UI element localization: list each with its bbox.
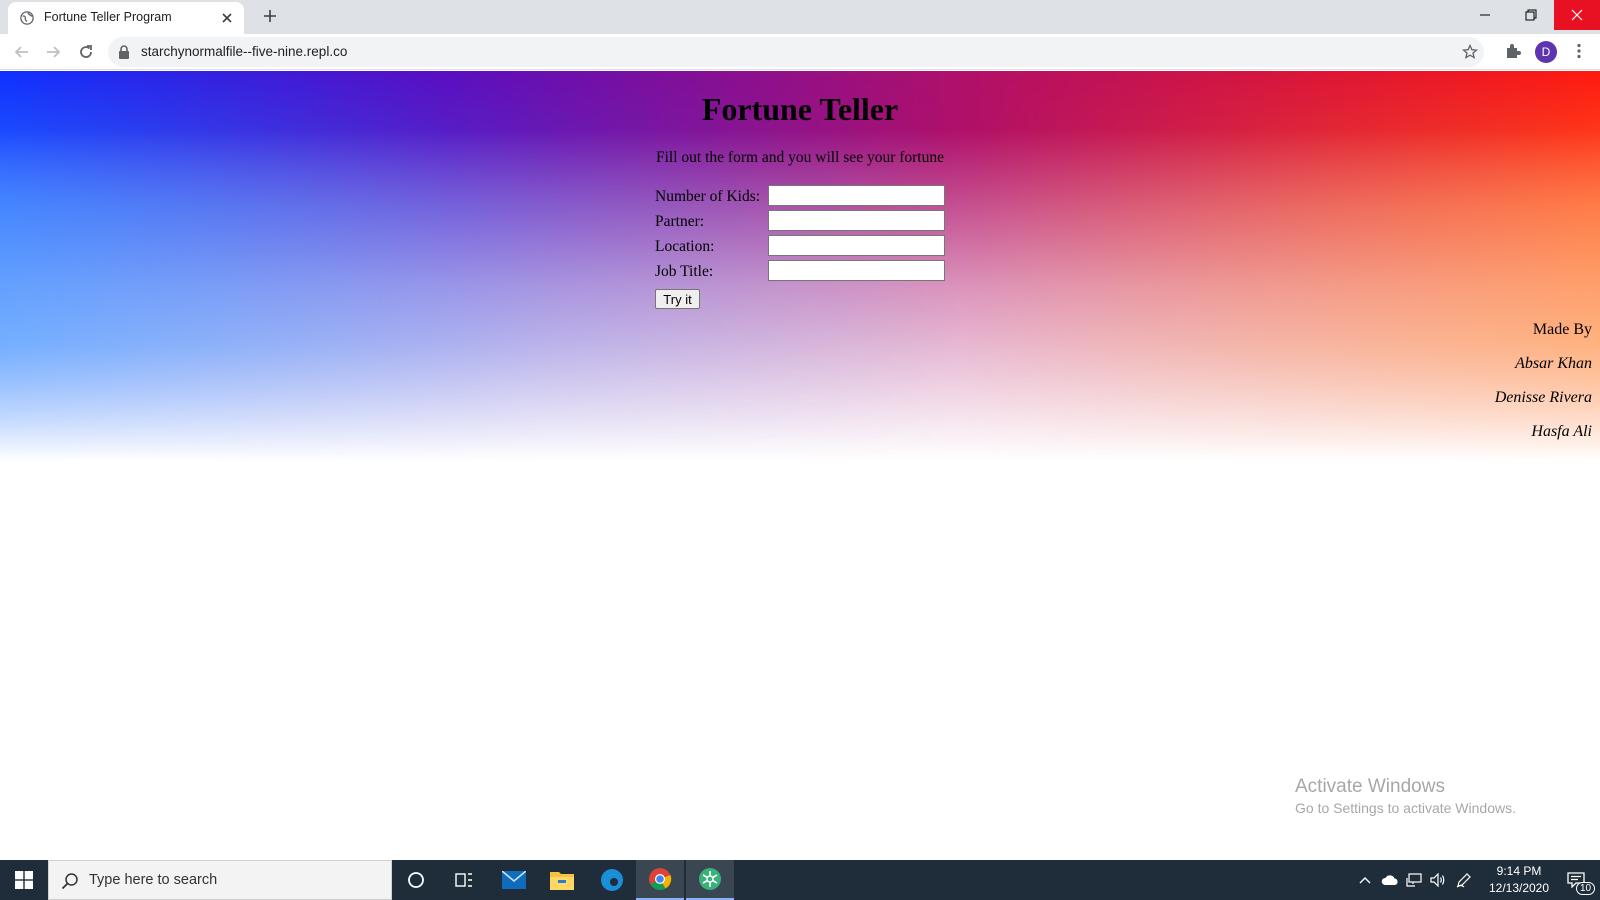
windows-taskbar: Type here to search 9:14 PM 12/13/2020 1…: [0, 860, 1600, 900]
address-bar[interactable]: starchynormalfile--five-nine.repl.co: [108, 37, 1484, 67]
replit-app-icon: [699, 868, 721, 890]
try-it-button[interactable]: Try it: [655, 289, 700, 309]
tab-strip: Fortune Teller Program: [0, 0, 1600, 34]
edge-icon: [601, 869, 623, 891]
cortana-button[interactable]: [392, 860, 440, 900]
bookmark-star-icon[interactable]: [1462, 44, 1478, 60]
start-button[interactable]: [0, 860, 48, 900]
globe-icon: [20, 11, 34, 25]
credit-name: Absar Khan: [1515, 355, 1592, 372]
taskbar-search[interactable]: Type here to search: [48, 860, 392, 900]
clock-time: 9:14 PM: [1496, 864, 1542, 878]
network-tray-button[interactable]: [1404, 860, 1424, 900]
partner-label: Partner:: [655, 213, 705, 230]
close-tab-icon[interactable]: [220, 11, 234, 25]
replit-app-button[interactable]: [686, 860, 734, 900]
activate-windows-watermark: Activate Windows Go to Settings to activ…: [1295, 776, 1516, 816]
reload-icon: [80, 45, 92, 58]
onedrive-tray-button[interactable]: [1380, 860, 1400, 900]
network-icon: [1406, 873, 1422, 887]
volume-tray-button[interactable]: [1428, 860, 1448, 900]
chrome-icon: [649, 868, 672, 890]
mail-app-button[interactable]: [490, 860, 538, 900]
lock-icon[interactable]: [118, 45, 130, 59]
page-title: Fortune Teller: [701, 91, 899, 127]
restore-button[interactable]: [1508, 0, 1554, 30]
new-tab-icon[interactable]: [262, 8, 278, 24]
task-view-button[interactable]: [440, 860, 488, 900]
url-text[interactable]: starchynormalfile--five-nine.repl.co: [141, 44, 347, 59]
cortana-icon: [408, 872, 424, 888]
location-input[interactable]: [768, 235, 945, 256]
pen-tray-button[interactable]: [1454, 860, 1474, 900]
credits-title: Made By: [1532, 321, 1592, 338]
kids-input[interactable]: [768, 185, 945, 206]
chevron-up-icon: [1359, 877, 1371, 884]
minimize-icon: [1480, 14, 1490, 16]
task-view-icon: [455, 873, 472, 887]
watermark-subtitle: Go to Settings to activate Windows.: [1295, 800, 1516, 816]
close-window-button[interactable]: [1554, 0, 1600, 30]
kids-label: Number of Kids:: [655, 188, 761, 205]
pen-icon: [1456, 873, 1471, 888]
back-button[interactable]: [12, 42, 32, 62]
clock-date: 12/13/2020: [1488, 881, 1550, 895]
close-icon: [1571, 9, 1583, 21]
search-icon: [61, 873, 78, 890]
restore-icon: [1525, 9, 1537, 21]
job-title-input[interactable]: [768, 260, 945, 281]
show-hidden-icons-button[interactable]: [1356, 860, 1374, 900]
mail-icon: [502, 871, 526, 889]
forward-button[interactable]: [43, 42, 63, 62]
credits: Made By Absar Khan Denisse Rivera Hasfa …: [1495, 321, 1592, 457]
windows-logo-icon: [15, 871, 33, 889]
action-center-button[interactable]: 10: [1556, 860, 1596, 900]
taskbar-clock[interactable]: 9:14 PM 12/13/2020: [1478, 863, 1560, 897]
job-title-label: Job Title:: [655, 263, 714, 280]
speaker-icon: [1430, 873, 1445, 887]
more-menu-icon[interactable]: [1570, 42, 1588, 60]
credit-name: Denisse Rivera: [1494, 389, 1592, 406]
notification-count-badge: 10: [1576, 882, 1596, 895]
browser-toolbar: starchynormalfile--five-nine.repl.co D: [0, 34, 1600, 70]
arrow-left-icon: [14, 46, 28, 58]
arrow-right-icon: [47, 46, 61, 58]
watermark-title: Activate Windows: [1295, 776, 1445, 797]
credit-name: Hasfa Ali: [1531, 423, 1592, 440]
file-explorer-icon: [550, 872, 574, 890]
extensions-puzzle-icon[interactable]: [1504, 42, 1522, 60]
tab-title: Fortune Teller Program: [44, 10, 172, 24]
cloud-icon: [1381, 875, 1398, 885]
search-placeholder: Type here to search: [89, 872, 218, 888]
reload-button[interactable]: [76, 42, 96, 62]
browser-tab[interactable]: Fortune Teller Program: [8, 2, 244, 34]
page-viewport: Fortune Teller Fill out the form and you…: [0, 71, 1600, 860]
minimize-button[interactable]: [1462, 0, 1508, 30]
profile-initial: D: [1541, 45, 1551, 59]
chrome-app-button[interactable]: [636, 860, 684, 900]
location-label: Location:: [655, 238, 715, 255]
edge-app-button[interactable]: [588, 860, 636, 900]
page-subtitle: Fill out the form and you will see your …: [656, 149, 944, 166]
profile-avatar[interactable]: D: [1535, 41, 1557, 63]
partner-input[interactable]: [768, 210, 945, 231]
file-explorer-button[interactable]: [538, 860, 586, 900]
